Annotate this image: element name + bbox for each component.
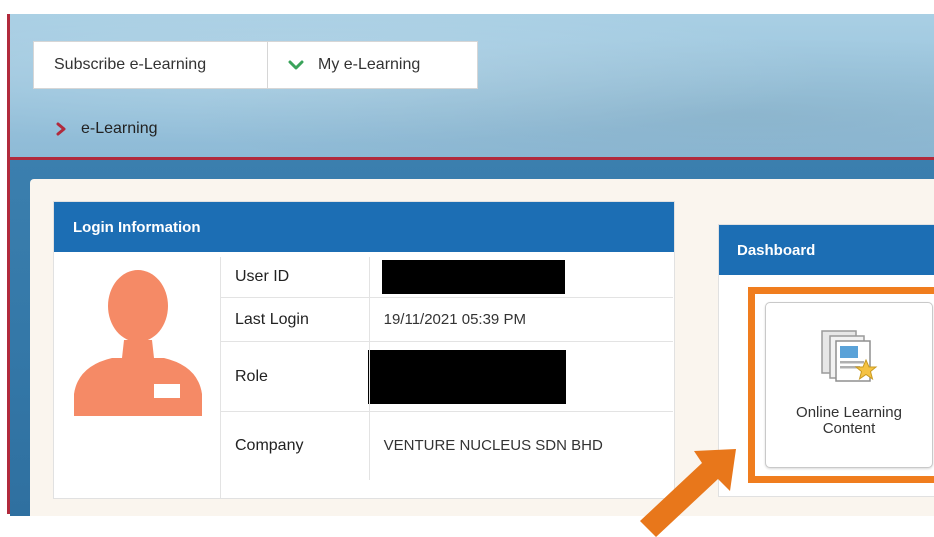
breadcrumb: e-Learning [55, 120, 158, 138]
row-label: Company [220, 411, 370, 480]
tab-my-e-learning[interactable]: My e-Learning [268, 42, 420, 88]
table-row: Company VENTURE NUCLEUS SDN BHD [220, 411, 673, 480]
row-label: Role [220, 341, 370, 412]
module-tabs: Subscribe e-Learning My e-Learning [33, 41, 478, 89]
table-row: Last Login 19/11/2021 05:39 PM [220, 297, 673, 342]
card-title: Dashboard [737, 241, 816, 259]
login-info-table: User ID Last Login 19/11/2021 05:39 PM R… [220, 257, 673, 480]
breadcrumb-label[interactable]: e-Learning [81, 120, 158, 138]
tab-subscribe-e-learning[interactable]: Subscribe e-Learning [34, 42, 268, 88]
redacted-block [367, 349, 566, 404]
tile-label: Online Learning Content [796, 404, 902, 437]
online-learning-content-tile[interactable]: Online Learning Content [765, 302, 933, 468]
redacted-block [381, 260, 565, 294]
row-label: Last Login [220, 297, 370, 342]
table-row: User ID [220, 257, 674, 298]
tab-label: My e-Learning [318, 56, 421, 73]
tab-label: Subscribe e-Learning [54, 56, 207, 73]
arrow-icon [640, 449, 736, 537]
user-avatar-icon [74, 270, 202, 416]
row-label: User ID [220, 257, 370, 298]
column-divider [220, 475, 221, 498]
user-id-value [369, 257, 673, 298]
role-value [367, 341, 673, 412]
chevron-right-icon [56, 122, 66, 136]
last-login-value: 19/11/2021 05:39 PM [369, 297, 673, 342]
dashboard-header: Dashboard [719, 225, 934, 275]
e-learning-page: Subscribe e-Learning My e-Learning e-Lea… [0, 0, 934, 537]
table-row: Role [220, 341, 673, 412]
card-title: Login Information [73, 218, 201, 236]
chevron-down-icon [288, 60, 304, 70]
login-information-header: Login Information [54, 202, 674, 252]
login-information-card: Login Information User ID Last Login 19/… [53, 201, 675, 499]
documents-star-icon [821, 330, 878, 382]
